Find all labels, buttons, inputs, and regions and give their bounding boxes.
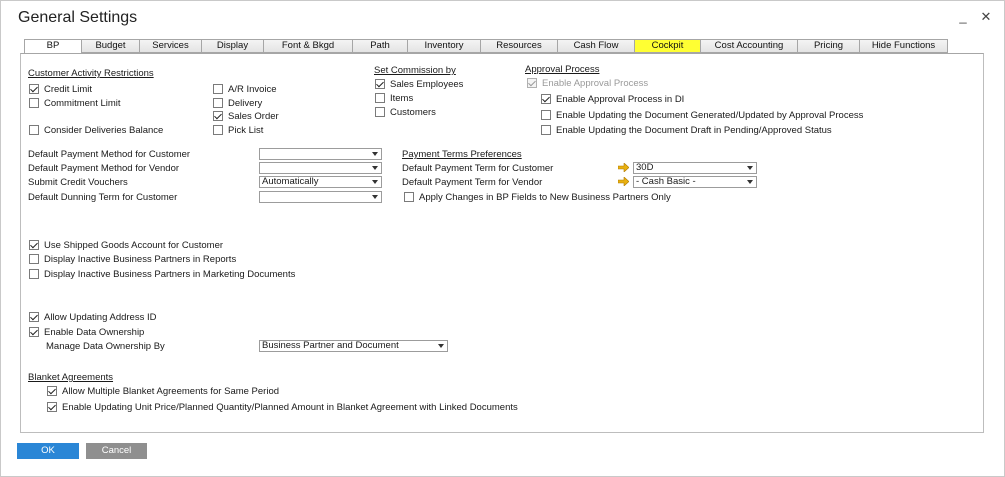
- blanket-heading: Blanket Agreements: [28, 372, 114, 383]
- delivery-checkbox[interactable]: [213, 98, 223, 108]
- ok-button[interactable]: OK: [17, 443, 79, 459]
- bp-settings-panel: Customer Activity Restrictions Credit Li…: [20, 53, 984, 433]
- dunning-term-label: Default Dunning Term for Customer: [28, 192, 178, 203]
- title-bar: General Settings _ ✕: [1, 1, 1004, 35]
- pick-list-label: Pick List: [228, 125, 264, 136]
- tab-display[interactable]: Display: [202, 39, 264, 53]
- commitment-limit-label: Commitment Limit: [44, 98, 121, 109]
- apply-changes-checkbox[interactable]: [404, 192, 414, 202]
- window-title: General Settings: [18, 9, 138, 26]
- enable-updating-blanket-checkbox[interactable]: [47, 402, 57, 412]
- tab-font-bkgd[interactable]: Font & Bkgd: [264, 39, 353, 53]
- manage-ownership-dropdown[interactable]: Business Partner and Document: [259, 340, 448, 352]
- tab-pricing[interactable]: Pricing: [798, 39, 860, 53]
- enable-updating-draft-checkbox[interactable]: [541, 125, 551, 135]
- payment-terms-heading: Payment Terms Preferences: [402, 149, 522, 160]
- manage-ownership-label: Manage Data Ownership By: [46, 341, 165, 352]
- allow-address-id-checkbox[interactable]: [29, 312, 39, 322]
- commitment-limit-checkbox[interactable]: [29, 98, 39, 108]
- payment-term-customer-dropdown[interactable]: 30D: [633, 162, 757, 174]
- pick-list-checkbox[interactable]: [213, 125, 223, 135]
- tab-cost-accounting[interactable]: Cost Accounting: [701, 39, 798, 53]
- payment-term-customer-label: Default Payment Term for Customer: [402, 163, 554, 174]
- tab-bp[interactable]: BP: [24, 39, 82, 54]
- settings-tabs: BP Budget Services Display Font & Bkgd P…: [24, 39, 948, 54]
- consider-deliveries-label: Consider Deliveries Balance: [44, 125, 164, 136]
- data-ownership-label: Enable Data Ownership: [44, 327, 145, 338]
- ar-invoice-label: A/R Invoice: [228, 84, 277, 95]
- tab-resources[interactable]: Resources: [481, 39, 558, 53]
- apply-changes-label: Apply Changes in BP Fields to New Busine…: [419, 192, 671, 203]
- inactive-reports-label: Display Inactive Business Partners in Re…: [44, 254, 237, 265]
- tab-inventory[interactable]: Inventory: [408, 39, 481, 53]
- items-label: Items: [390, 93, 414, 104]
- inactive-marketing-checkbox[interactable]: [29, 269, 39, 279]
- consider-deliveries-checkbox[interactable]: [29, 125, 39, 135]
- tab-budget[interactable]: Budget: [82, 39, 140, 53]
- inactive-reports-checkbox[interactable]: [29, 254, 39, 264]
- enable-updating-generated-label: Enable Updating the Document Generated/U…: [556, 110, 864, 121]
- credit-limit-checkbox[interactable]: [29, 84, 39, 94]
- customers-checkbox[interactable]: [375, 107, 385, 117]
- enable-approval-di-label: Enable Approval Process in DI: [556, 94, 685, 105]
- payment-method-customer-dropdown[interactable]: [259, 148, 382, 160]
- tab-path[interactable]: Path: [353, 39, 408, 53]
- link-arrow-icon[interactable]: [618, 163, 629, 172]
- items-checkbox[interactable]: [375, 93, 385, 103]
- payment-method-vendor-dropdown[interactable]: [259, 162, 382, 174]
- sales-employees-checkbox[interactable]: [375, 79, 385, 89]
- multiple-blanket-label: Allow Multiple Blanket Agreements for Sa…: [62, 386, 280, 397]
- payment-term-vendor-dropdown[interactable]: - Cash Basic -: [633, 176, 757, 188]
- shipped-goods-checkbox[interactable]: [29, 240, 39, 250]
- payment-method-customer-label: Default Payment Method for Customer: [28, 149, 191, 160]
- sales-order-label: Sales Order: [228, 111, 279, 122]
- ar-invoice-checkbox[interactable]: [213, 84, 223, 94]
- chevron-down-icon: [747, 166, 753, 170]
- enable-approval-label: Enable Approval Process: [542, 78, 649, 89]
- allow-address-id-label: Allow Updating Address ID: [44, 312, 157, 323]
- chevron-down-icon: [747, 180, 753, 184]
- tab-cash-flow[interactable]: Cash Flow: [558, 39, 635, 53]
- enable-updating-blanket-label: Enable Updating Unit Price/Planned Quant…: [62, 402, 518, 413]
- customers-label: Customers: [390, 107, 436, 118]
- inactive-marketing-label: Display Inactive Business Partners in Ma…: [44, 269, 296, 280]
- shipped-goods-label: Use Shipped Goods Account for Customer: [44, 240, 224, 251]
- sales-order-checkbox[interactable]: [213, 111, 223, 121]
- chevron-down-icon: [438, 344, 444, 348]
- chevron-down-icon: [372, 166, 378, 170]
- chevron-down-icon: [372, 195, 378, 199]
- sales-employees-label: Sales Employees: [390, 79, 464, 90]
- enable-updating-draft-label: Enable Updating the Document Draft in Pe…: [556, 125, 832, 136]
- enable-approval-di-checkbox[interactable]: [541, 94, 551, 104]
- data-ownership-checkbox[interactable]: [29, 327, 39, 337]
- tab-services[interactable]: Services: [140, 39, 202, 53]
- enable-approval-checkbox: [527, 78, 537, 88]
- general-settings-window: General Settings _ ✕ BP Budget Services …: [0, 0, 1005, 477]
- credit-limit-label: Credit Limit: [44, 84, 93, 95]
- payment-term-vendor-label: Default Payment Term for Vendor: [402, 177, 543, 188]
- chevron-down-icon: [372, 180, 378, 184]
- tab-hide-functions[interactable]: Hide Functions: [860, 39, 948, 53]
- approval-heading: Approval Process: [525, 64, 600, 75]
- link-arrow-icon[interactable]: [618, 177, 629, 186]
- multiple-blanket-checkbox[interactable]: [47, 386, 57, 396]
- tab-cockpit[interactable]: Cockpit: [635, 39, 701, 53]
- enable-updating-generated-checkbox[interactable]: [541, 110, 551, 120]
- minimize-icon[interactable]: _: [954, 9, 972, 24]
- chevron-down-icon: [372, 152, 378, 156]
- payment-method-vendor-label: Default Payment Method for Vendor: [28, 163, 180, 174]
- credit-vouchers-dropdown[interactable]: Automatically: [259, 176, 382, 188]
- dunning-term-dropdown[interactable]: [259, 191, 382, 203]
- credit-vouchers-label: Submit Credit Vouchers: [28, 177, 128, 188]
- delivery-label: Delivery: [228, 98, 263, 109]
- cancel-button[interactable]: Cancel: [86, 443, 147, 459]
- commission-heading: Set Commission by: [374, 65, 456, 76]
- customer-activity-heading: Customer Activity Restrictions: [28, 68, 154, 79]
- close-icon[interactable]: ✕: [977, 9, 995, 25]
